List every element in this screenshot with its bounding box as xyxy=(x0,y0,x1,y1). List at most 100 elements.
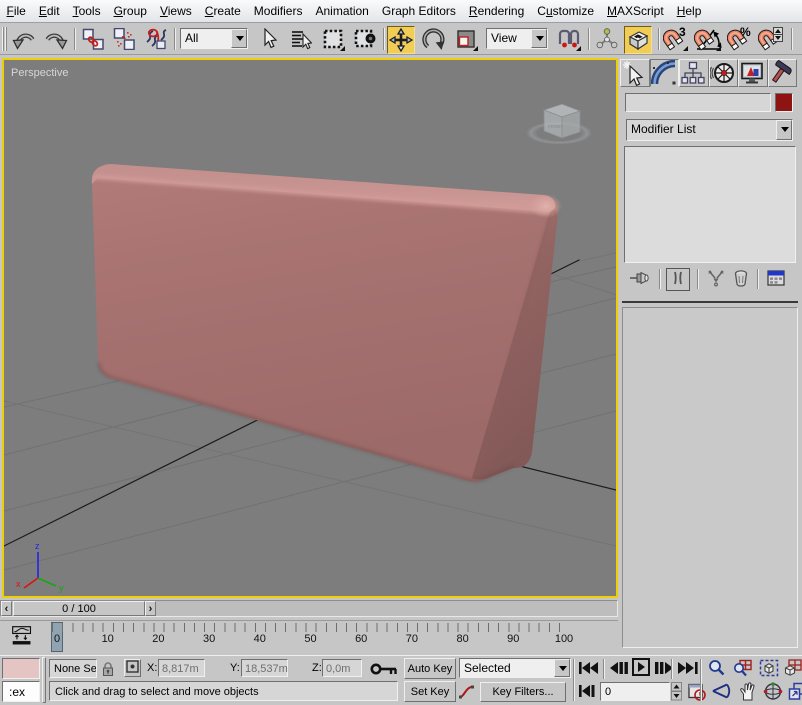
menu-mnemonic: u xyxy=(545,3,553,18)
current-frame-field[interactable]: 0 xyxy=(600,682,670,701)
perspective-viewport[interactable]: FRONT z x y Perspective xyxy=(2,58,618,598)
make-unique-button[interactable] xyxy=(705,268,727,290)
listener-splitter[interactable] xyxy=(42,657,46,703)
key-mode-toggle-button[interactable] xyxy=(578,684,596,698)
selection-lock-icon[interactable] xyxy=(101,661,115,677)
arc-rotate-button[interactable] xyxy=(763,682,783,701)
reference-coordinate-system-combo[interactable]: View xyxy=(486,28,548,49)
key-mode-dropdown-button[interactable] xyxy=(554,659,570,677)
maxscript-mini-listener-macro[interactable] xyxy=(2,658,40,679)
select-and-link-button[interactable] xyxy=(80,26,106,52)
z-coord-field[interactable]: 0,0m xyxy=(322,659,362,677)
default-in-out-tangents-icon[interactable] xyxy=(458,684,475,700)
time-slider-left-arrow[interactable]: ‹ xyxy=(1,601,12,616)
x-coord-field[interactable]: 8,817m xyxy=(158,659,205,677)
auto-key-button[interactable]: Auto Key xyxy=(404,658,456,679)
pan-view-button[interactable] xyxy=(738,682,758,701)
time-slider-track[interactable]: ‹ 0 / 100 › xyxy=(0,600,618,617)
toolbar-separator xyxy=(658,28,660,50)
percent-snap-toggle-button[interactable]: % xyxy=(727,26,753,52)
tab-display[interactable] xyxy=(738,59,768,87)
menu-create[interactable]: Create xyxy=(198,1,247,22)
set-keys-key-icon[interactable] xyxy=(370,662,398,676)
tab-create[interactable] xyxy=(620,59,650,87)
select-object-button[interactable] xyxy=(256,26,282,52)
toolbar-grip[interactable] xyxy=(2,27,8,51)
object-name-field[interactable] xyxy=(625,93,771,112)
viewport-label[interactable]: Perspective xyxy=(11,67,68,79)
menu-customize[interactable]: Customize xyxy=(531,1,601,22)
zoom-all-button[interactable] xyxy=(733,659,753,677)
field-of-view-button[interactable] xyxy=(711,682,733,700)
select-and-rotate-button[interactable] xyxy=(421,26,447,52)
spinner-snap-toggle-button[interactable] xyxy=(758,26,784,52)
show-end-result-button[interactable] xyxy=(666,268,690,291)
menu-file[interactable]: File xyxy=(0,1,32,22)
zoom-button[interactable] xyxy=(707,659,725,677)
menu-help[interactable]: Help xyxy=(670,1,708,22)
snaps-toggle-button[interactable]: 3 xyxy=(663,26,689,52)
key-mode-combo[interactable]: Selected xyxy=(459,658,571,678)
pin-stack-button[interactable] xyxy=(628,268,652,290)
absolute-mode-transform-toggle[interactable] xyxy=(124,659,141,677)
modifier-stack-list[interactable] xyxy=(624,146,796,263)
min-max-toggle-button[interactable] xyxy=(788,682,802,701)
configure-modifier-sets-button[interactable] xyxy=(765,268,787,290)
modifier-list-dropdown-button[interactable] xyxy=(776,120,792,140)
play-animation-button[interactable] xyxy=(632,658,650,676)
menu-edit[interactable]: Edit xyxy=(32,1,66,22)
select-and-uniform-scale-button[interactable] xyxy=(453,26,479,52)
unlink-selection-button[interactable] xyxy=(111,26,137,52)
window-crossing-button[interactable] xyxy=(352,26,378,52)
set-key-button[interactable]: Set Key xyxy=(404,681,456,702)
time-slider-handle[interactable]: 0 / 100 xyxy=(13,601,145,616)
menu-graph-editors[interactable]: Graph Editors xyxy=(375,1,462,22)
select-and-move-button[interactable] xyxy=(387,26,415,54)
menu-views[interactable]: Views xyxy=(153,1,198,22)
time-configuration-button[interactable] xyxy=(688,683,707,701)
ruler-label-80: 80 xyxy=(456,633,469,645)
object-color-swatch[interactable] xyxy=(775,93,793,112)
tab-modify[interactable] xyxy=(649,59,679,87)
tab-motion[interactable] xyxy=(708,59,738,87)
redo-button[interactable] xyxy=(42,26,68,52)
maxscript-mini-listener[interactable]: :ex xyxy=(2,681,40,702)
tab-utilities[interactable] xyxy=(767,59,797,87)
angle-snap-toggle-button[interactable] xyxy=(694,26,722,52)
rectangular-selection-region-button[interactable] xyxy=(320,26,346,52)
selection-filter-combo[interactable]: All xyxy=(180,28,248,49)
viewport-canvas[interactable]: FRONT z x y Perspective xyxy=(4,60,616,596)
select-by-name-button[interactable] xyxy=(288,26,314,52)
time-slider-right-arrow[interactable]: › xyxy=(145,601,156,616)
ruler-label-30: 30 xyxy=(202,633,216,645)
undo-button[interactable] xyxy=(12,26,38,52)
remove-modifier-icon xyxy=(734,270,748,287)
remove-modifier-button[interactable] xyxy=(730,268,752,290)
menu-maxscript[interactable]: MAXScript xyxy=(601,1,671,22)
y-coord-field[interactable]: 18,537m xyxy=(241,659,288,677)
key-filters-button[interactable]: Key Filters... xyxy=(480,682,566,702)
tab-hierarchy[interactable] xyxy=(679,59,709,87)
hierarchy-icon xyxy=(681,61,705,84)
menu-rendering[interactable]: Rendering xyxy=(462,1,530,22)
go-to-end-button[interactable] xyxy=(677,661,699,675)
track-bar[interactable]: 0 10 20 30 40 50 60 70 80 90 100 xyxy=(0,620,618,655)
menu-group[interactable]: Group xyxy=(107,1,153,22)
menu-animation[interactable]: Animation xyxy=(309,1,375,22)
go-to-start-button[interactable] xyxy=(578,661,600,675)
menu-modifiers[interactable]: Modifiers xyxy=(247,1,309,22)
zoom-extents-button[interactable] xyxy=(759,659,779,677)
menu-tools[interactable]: Tools xyxy=(66,1,107,22)
redo-icon xyxy=(45,33,68,50)
menu-bar: File Edit Tools Group Views Create Modifiers An… xyxy=(0,0,802,23)
reference-coordinate-system-dropdown-button[interactable] xyxy=(531,29,547,48)
zoom-extents-all-button[interactable] xyxy=(784,659,802,677)
modifier-list-combo[interactable]: Modifier List xyxy=(626,119,793,141)
keyboard-shortcut-override-toggle-button[interactable] xyxy=(624,26,652,54)
bind-to-space-warp-button[interactable] xyxy=(143,26,169,52)
selection-filter-dropdown-button[interactable] xyxy=(231,29,247,48)
previous-frame-button[interactable] xyxy=(609,661,629,675)
select-and-manipulate-button[interactable] xyxy=(594,26,620,52)
frame-spinner[interactable] xyxy=(671,682,682,701)
use-pivot-point-center-button[interactable] xyxy=(556,26,582,52)
